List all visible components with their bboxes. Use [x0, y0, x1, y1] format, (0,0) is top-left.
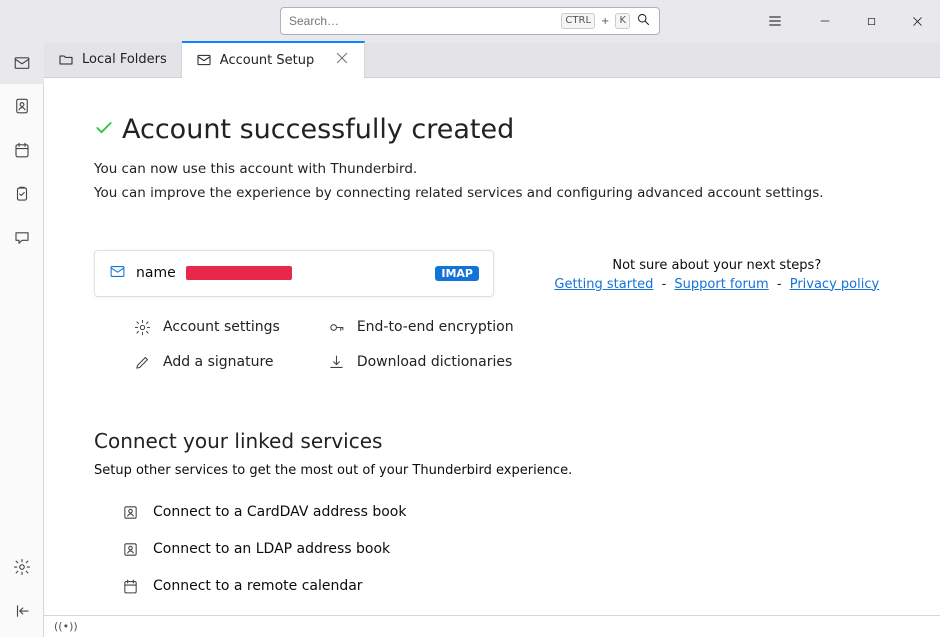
title-bar: CTRL + K [0, 0, 940, 42]
tab-label: Local Folders [82, 52, 167, 67]
linked-services-sub: Setup other services to get the most out… [94, 463, 890, 478]
action-label: Account settings [163, 319, 280, 335]
spaces-toolbar [0, 42, 44, 637]
close-window-button[interactable] [894, 0, 940, 42]
separator: - [777, 277, 782, 292]
sidebar-address-book[interactable] [0, 84, 44, 128]
tab-label: Account Setup [220, 53, 314, 68]
content-scroll[interactable]: Account successfully created You can now… [44, 78, 940, 615]
separator: - [662, 277, 667, 292]
help-panel: Not sure about your next steps? Getting … [544, 250, 890, 292]
connect-calendar-link[interactable]: Connect to a remote calendar [122, 578, 890, 595]
link-label: Connect to an LDAP address book [153, 541, 390, 557]
connect-ldap-link[interactable]: Connect to an LDAP address book [122, 541, 890, 558]
action-label: End-to-end encryption [357, 319, 514, 335]
protocol-badge: IMAP [435, 266, 479, 281]
action-label: Add a signature [163, 354, 274, 370]
kbd-k: K [615, 13, 630, 29]
kbd-ctrl: CTRL [561, 13, 595, 29]
sidebar-calendar[interactable] [0, 128, 44, 172]
kbd-plus: + [601, 16, 609, 27]
privacy-policy-link[interactable]: Privacy policy [790, 277, 879, 292]
link-label: Connect to a CardDAV address book [153, 504, 406, 520]
app-menu-button[interactable] [758, 0, 792, 42]
link-label: Connect to a remote calendar [153, 578, 363, 594]
activity-icon[interactable]: ((•)) [54, 620, 78, 633]
help-question: Not sure about your next steps? [544, 258, 890, 273]
download-dictionaries-link[interactable]: Download dictionaries [328, 354, 514, 371]
window-controls [802, 0, 940, 42]
status-bar: ((•)) [44, 615, 940, 637]
account-name: name [136, 265, 176, 281]
sidebar-mail[interactable] [0, 42, 44, 84]
add-signature-link[interactable]: Add a signature [134, 354, 280, 371]
mail-icon [109, 263, 126, 284]
close-tab-button[interactable] [334, 50, 350, 70]
e2e-encryption-link[interactable]: End-to-end encryption [328, 319, 514, 336]
maximize-button[interactable] [848, 0, 894, 42]
support-forum-link[interactable]: Support forum [674, 277, 768, 292]
sidebar-chat[interactable] [0, 216, 44, 260]
page-subtext-1: You can now use this account with Thunde… [94, 159, 890, 179]
tab-account-setup[interactable]: Account Setup [182, 41, 365, 77]
account-email-redacted [186, 266, 292, 280]
search-box[interactable]: CTRL + K [280, 7, 660, 35]
page-subtext-2: You can improve the experience by connec… [94, 183, 890, 203]
success-check-icon [94, 118, 114, 142]
search-icon[interactable] [636, 12, 651, 31]
connect-carddav-link[interactable]: Connect to a CardDAV address book [122, 504, 890, 521]
sidebar-collapse[interactable] [0, 589, 44, 633]
search-input[interactable] [289, 14, 555, 28]
action-label: Download dictionaries [357, 354, 512, 370]
minimize-button[interactable] [802, 0, 848, 42]
sidebar-tasks[interactable] [0, 172, 44, 216]
page-title: Account successfully created [122, 114, 514, 145]
account-card: name IMAP [94, 250, 494, 297]
account-settings-link[interactable]: Account settings [134, 319, 280, 336]
tab-bar: Local Folders Account Setup [44, 42, 940, 78]
sidebar-settings[interactable] [0, 545, 44, 589]
tab-local-folders[interactable]: Local Folders [44, 42, 182, 77]
getting-started-link[interactable]: Getting started [554, 277, 653, 292]
linked-services-heading: Connect your linked services [94, 429, 890, 453]
